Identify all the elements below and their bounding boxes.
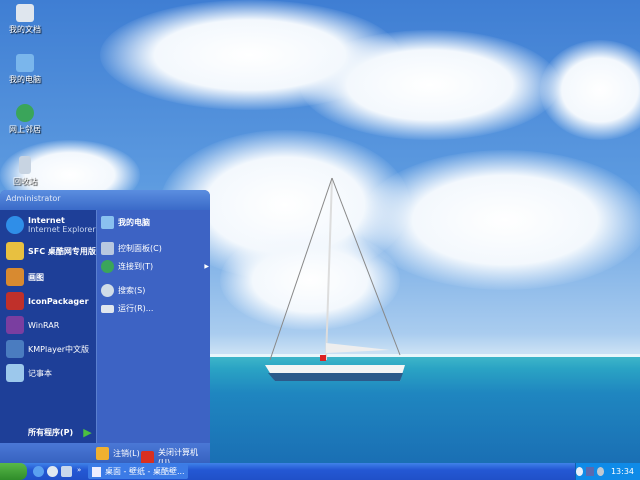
media-quicklaunch-icon[interactable] [47,466,58,477]
menu-item-connect-to[interactable]: 连接到(T) ▶ [101,260,209,273]
start-menu: Administrator Internet Internet Explorer … [0,190,210,463]
menu-item-my-computer[interactable]: 我的电脑 [101,216,150,229]
arrow-right-icon: ▶ [83,426,92,439]
start-menu-footer: 注销(L) 关闭计算机(U) [0,443,210,463]
all-programs-button[interactable]: 所有程序(P) ▶ [28,426,92,439]
menu-item-kmplayer[interactable]: KMPlayer中文版 [6,340,89,358]
window-icon [92,466,101,477]
connect-icon [101,260,114,273]
computer-icon [16,54,34,72]
sailboat [265,177,405,381]
computer-icon [101,216,114,229]
system-places: 我的电脑 控制面板(C) 连接到(T) ▶ 搜索(S) 运行(R)... [97,210,210,443]
documents-icon [16,4,34,22]
desktop-icon-recycle-bin[interactable]: 回收站 [0,156,50,187]
menu-item-run[interactable]: 运行(R)... [101,303,153,314]
power-icon [141,450,154,463]
menu-item-search[interactable]: 搜索(S) [101,284,145,297]
taskbar-button-window[interactable]: 桌面 - 壁纸 - 桌酷壁... [88,464,188,479]
recycle-bin-icon [19,156,31,174]
clock[interactable]: 13:34 [611,467,634,476]
logoff-icon [96,447,109,460]
desktop-icon-my-documents[interactable]: 我的文档 [0,4,50,35]
start-menu-user: Administrator [0,190,210,210]
pinned-programs: Internet Internet Explorer SFC 桌酷网专用版 画图 … [0,210,97,443]
quicklaunch-expand-icon[interactable]: » [77,466,81,474]
volume-tray-icon[interactable] [596,467,604,476]
menu-item-internet[interactable]: Internet Internet Explorer [6,216,96,234]
control-panel-icon [101,242,114,255]
system-tray: 13:34 [575,463,640,480]
network-tray-icon[interactable] [586,467,594,476]
network-icon [16,104,34,122]
search-icon [101,284,114,297]
start-button[interactable] [0,463,27,480]
paint-icon [6,268,24,286]
run-icon [101,304,114,313]
submenu-arrow-icon: ▶ [204,263,209,270]
menu-item-iconpackager[interactable]: IconPackager [6,292,89,310]
menu-item-sfc[interactable]: SFC 桌酷网专用版 [6,242,96,260]
taskbar: » 桌面 - 壁纸 - 桌酷壁... 13:34 [0,463,640,480]
menu-item-notepad[interactable]: 记事本 [6,364,52,382]
sfc-icon [6,242,24,260]
logoff-button[interactable]: 注销(L) [96,447,140,460]
winrar-icon [6,316,24,334]
shutdown-button[interactable]: 关闭计算机(U) [141,447,210,463]
show-desktop-icon[interactable] [61,466,72,477]
desktop-icon-my-computer[interactable]: 我的电脑 [0,54,50,85]
iconpackager-icon [6,292,24,310]
desktop-icon-network[interactable]: 网上邻居 [0,104,50,135]
notepad-icon [6,364,24,382]
kmplayer-icon [6,340,24,358]
menu-item-paint[interactable]: 画图 [6,268,44,286]
menu-item-winrar[interactable]: WinRAR [6,316,59,334]
menu-item-control-panel[interactable]: 控制面板(C) [101,242,162,255]
tray-expand-icon[interactable] [576,467,584,476]
ie-quicklaunch-icon[interactable] [33,466,44,477]
ie-icon [6,216,24,234]
